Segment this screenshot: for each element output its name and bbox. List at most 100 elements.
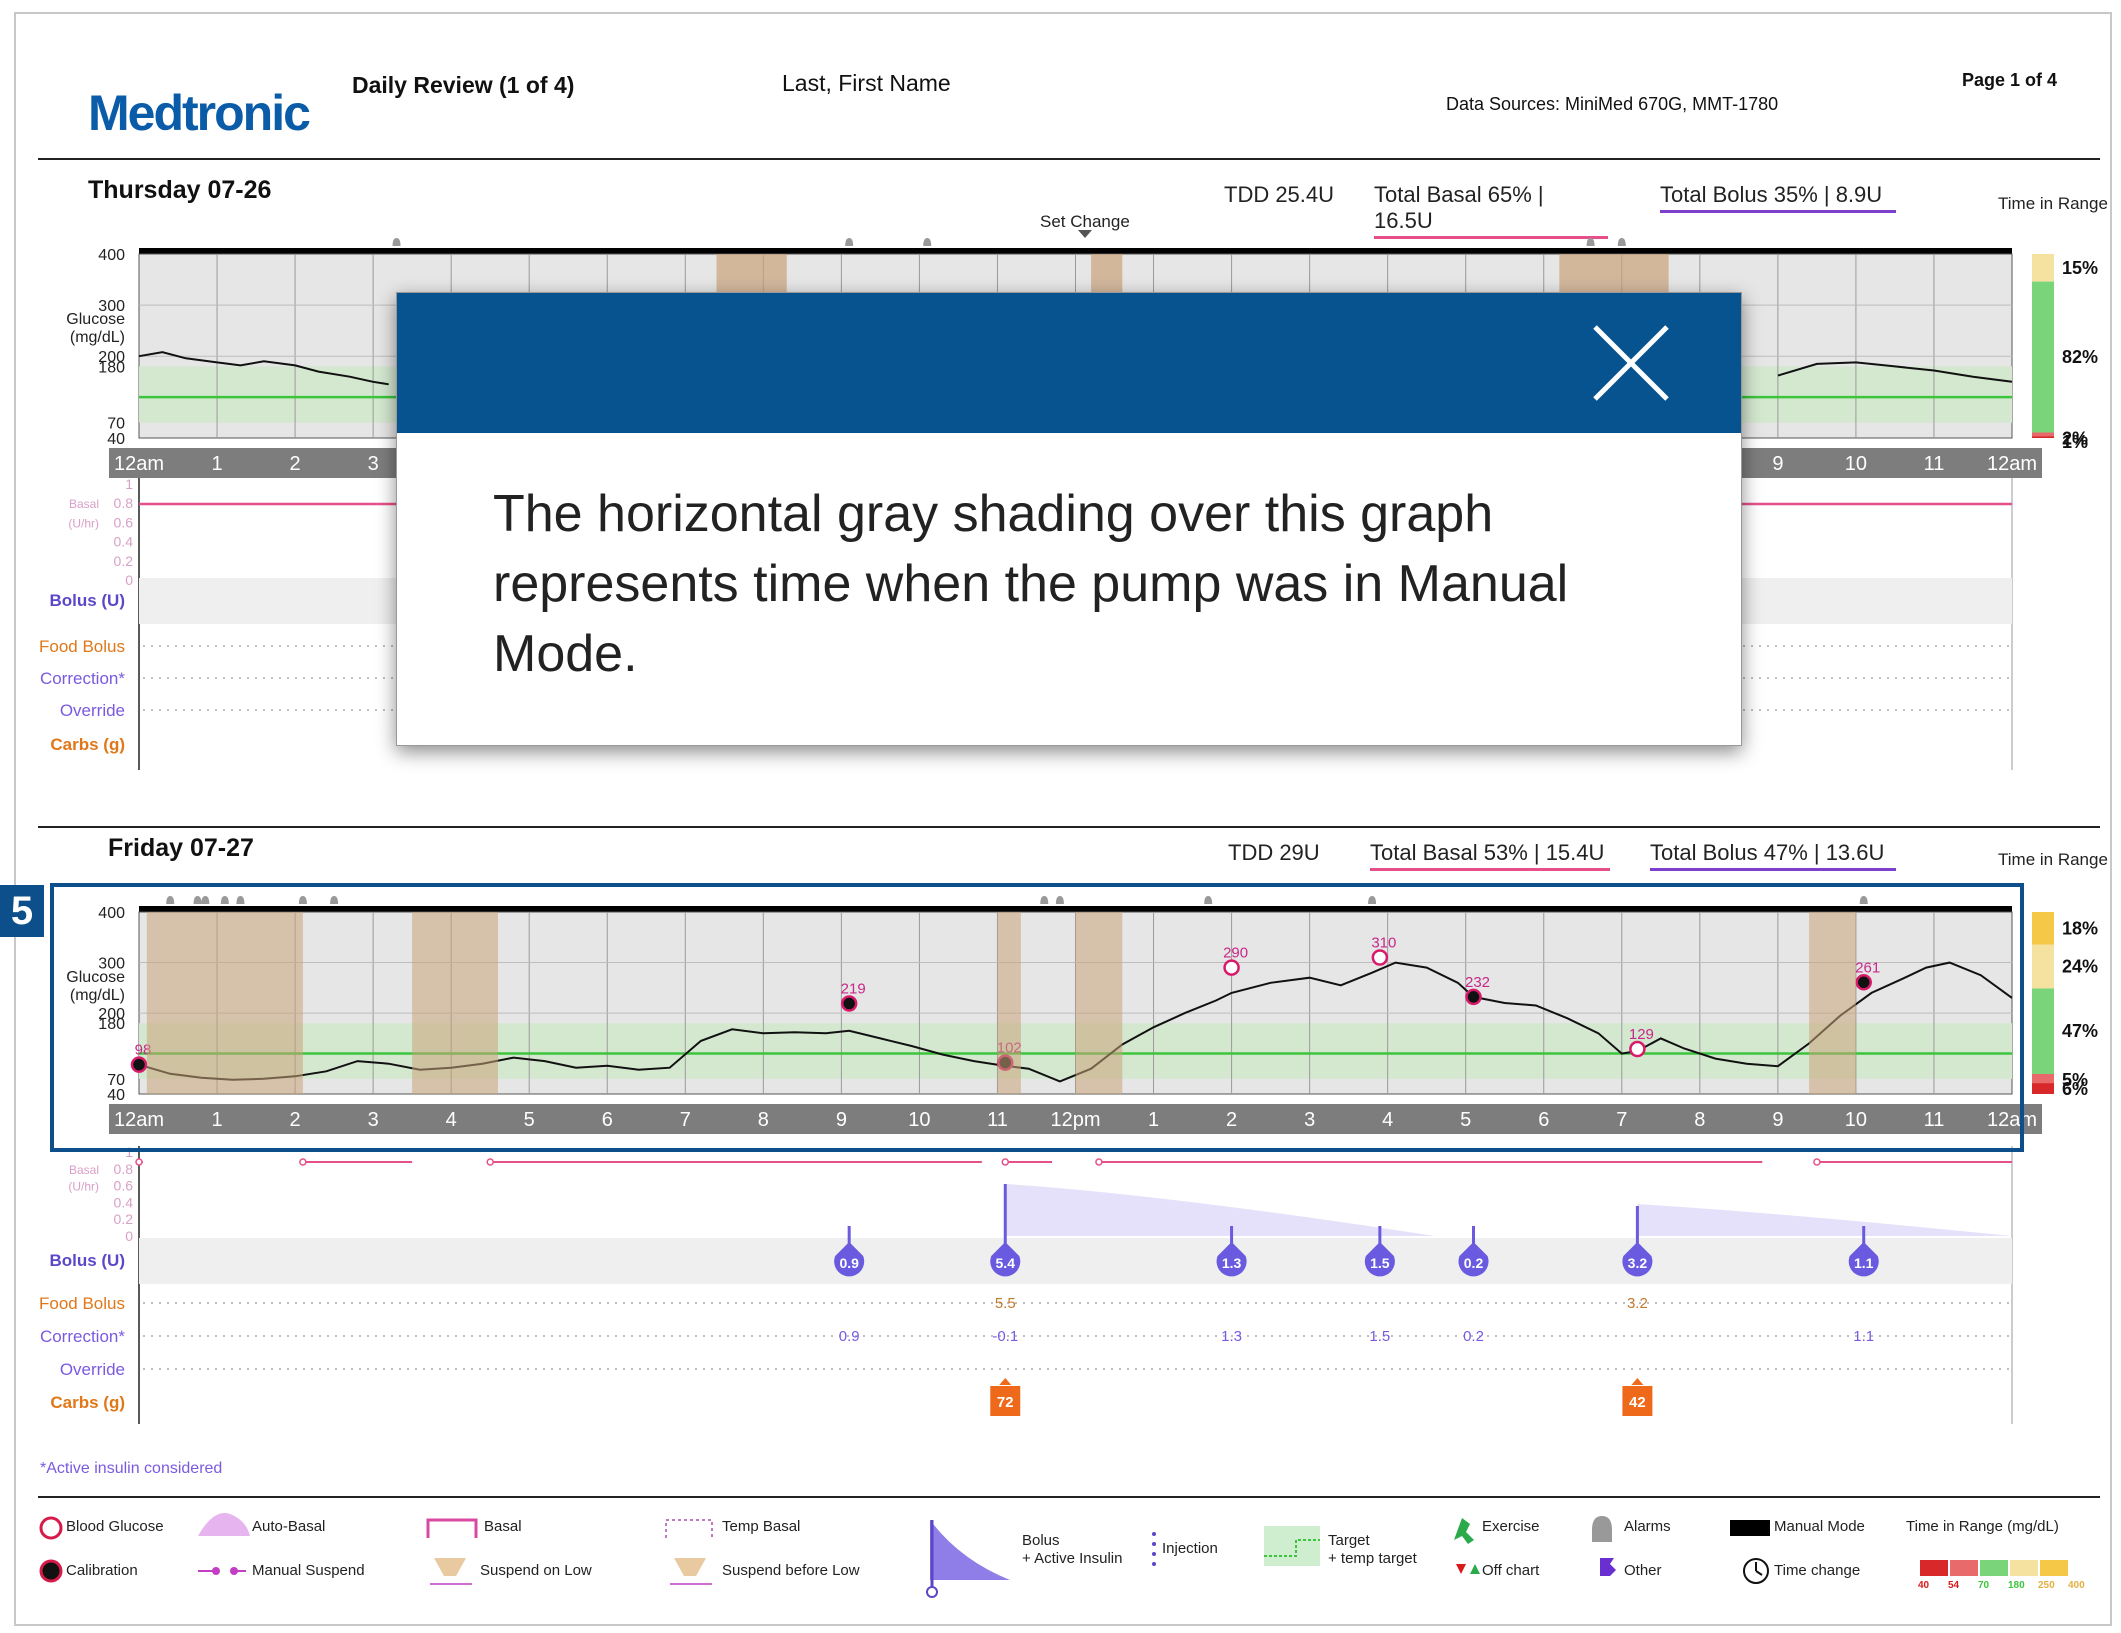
x-tick-label: 1 xyxy=(211,1109,222,1131)
manual-suspend-icon xyxy=(198,1567,246,1575)
tir-scale-label: 180 xyxy=(2008,1580,2025,1591)
x-tick-label: 12am xyxy=(114,1109,164,1131)
override-label: Override xyxy=(60,701,125,720)
suspend-shading xyxy=(412,912,498,1094)
tir-segment xyxy=(2032,1073,2054,1084)
basal-tick-label: 0.8 xyxy=(114,1161,134,1177)
blood-glucose-marker xyxy=(1629,1040,1646,1058)
suspend-on-low-icon xyxy=(430,1558,472,1585)
legend-alarms: Alarms xyxy=(1624,1518,1671,1535)
calibration-marker xyxy=(1855,974,1872,991)
bolus-value-label: 1.5 xyxy=(1370,1255,1390,1271)
correction-label: Correction* xyxy=(40,669,125,688)
basal-units-label: (U/hr) xyxy=(68,1180,99,1194)
calibration-marker xyxy=(1465,988,1482,1006)
legend-injection: Injection xyxy=(1162,1540,1218,1557)
alarm-marker xyxy=(201,896,210,904)
basal-units-label: (U/hr) xyxy=(68,516,99,530)
alarm-marker xyxy=(236,896,245,904)
alarm-marker xyxy=(1040,896,1049,904)
x-tick-label: 10 xyxy=(1845,1109,1867,1131)
bolus-lane-label: Bolus (U) xyxy=(49,1251,125,1270)
x-tick-label: 12am xyxy=(1987,453,2037,475)
suspend-shading xyxy=(1559,254,1669,294)
carbs-label: Carbs (g) xyxy=(50,1393,125,1412)
food-bolus-value: 3.2 xyxy=(1627,1295,1648,1312)
legend-calibration: Calibration xyxy=(66,1562,138,1579)
legend-other: Other xyxy=(1624,1562,1662,1579)
basal-tick-label: 0.6 xyxy=(114,1178,134,1194)
y-tick-label: 180 xyxy=(98,1016,125,1033)
blood-glucose-marker xyxy=(1371,949,1389,966)
x-tick-label: 2 xyxy=(1226,1109,1237,1131)
bolus-icon xyxy=(926,1520,1010,1598)
blood-glucose-marker xyxy=(1223,959,1240,976)
daily-review-charts: 4003002001807040Glucose(mg/dL)12am123456… xyxy=(39,230,2098,1424)
y-tick-label: 40 xyxy=(107,1087,125,1104)
legend-time-change: Time change xyxy=(1774,1562,1861,1579)
suspend-before-low-icon xyxy=(670,1558,712,1585)
basal-segment-start xyxy=(1095,1158,1103,1166)
alarm-marker xyxy=(166,896,175,904)
blood-glucose-icon xyxy=(39,1516,63,1540)
tir-scale-label: 54 xyxy=(1948,1580,1960,1591)
basal-lane-label: Basal xyxy=(69,1163,99,1177)
legend-temp-target: + temp target xyxy=(1328,1550,1417,1567)
manual-mode-icon xyxy=(1730,1520,1770,1536)
alarm-marker xyxy=(923,238,932,246)
bolus-value-label: 0.9 xyxy=(839,1255,859,1271)
tir-percent-label: 6% xyxy=(2062,1079,2088,1099)
basal-tick-label: 0.8 xyxy=(114,495,134,511)
basal-tick-label: 0 xyxy=(125,1228,133,1244)
bolus-value-label: 5.4 xyxy=(996,1255,1016,1271)
tir-scale-label: 250 xyxy=(2038,1580,2055,1591)
alarm-marker xyxy=(1204,896,1213,904)
x-tick-label: 11 xyxy=(987,1109,1008,1131)
legend-divider xyxy=(38,1496,2100,1498)
off-chart-icon xyxy=(1456,1564,1480,1574)
glucose-axis-label: Glucose xyxy=(66,969,125,986)
x-tick-label: 5 xyxy=(1460,1109,1471,1131)
basal-tick-label: 0.4 xyxy=(114,534,134,550)
bolus-value-label: 3.2 xyxy=(1628,1255,1648,1271)
legend-suspend-before-low: Suspend before Low xyxy=(722,1562,860,1579)
bg-value-label: 219 xyxy=(841,981,866,998)
basal-segment-start xyxy=(486,1158,494,1166)
suspend-shading xyxy=(1091,254,1123,294)
other-icon xyxy=(1600,1558,1616,1576)
alarms-icon xyxy=(1592,1516,1612,1542)
day2-chart: 4003002001807040Glucose(mg/dL)9821910229… xyxy=(39,896,2098,1424)
correction-value: 1.1 xyxy=(1853,1328,1874,1345)
legend-auto-basal: Auto-Basal xyxy=(252,1518,326,1535)
alarm-marker xyxy=(1586,238,1595,246)
close-icon[interactable] xyxy=(1591,323,1671,403)
calibration-marker xyxy=(840,995,858,1012)
y-tick-label: 400 xyxy=(98,247,125,264)
alarm-marker xyxy=(298,896,307,904)
basal-segment-start xyxy=(135,1158,143,1166)
bg-value-label: 290 xyxy=(1223,945,1248,962)
calibration-icon xyxy=(39,1559,63,1583)
basal-tick-label: 0.2 xyxy=(114,553,134,569)
bolus-value-label: 1.1 xyxy=(1854,1255,1874,1271)
tir-segment xyxy=(2032,912,2054,945)
x-tick-label: 6 xyxy=(602,1109,613,1131)
x-tick-label: 1 xyxy=(211,453,222,475)
x-tick-label: 10 xyxy=(1845,453,1867,475)
basal-tick-label: 0.4 xyxy=(114,1194,134,1210)
tir-segment xyxy=(2032,254,2054,282)
bolus-lane-label: Bolus (U) xyxy=(49,591,125,610)
alarm-marker xyxy=(845,238,854,246)
x-tick-label: 2 xyxy=(290,453,301,475)
x-tick-label: 3 xyxy=(1304,1109,1315,1131)
tir-scale-label: 70 xyxy=(1978,1580,1990,1591)
food-bolus-label: Food Bolus xyxy=(39,1294,125,1313)
x-tick-label: 11 xyxy=(1924,1109,1945,1131)
override-label: Override xyxy=(60,1360,125,1379)
carbs-value-label: 42 xyxy=(1629,1394,1646,1411)
suspend-shading xyxy=(146,912,303,1094)
correction-value: 1.3 xyxy=(1221,1328,1242,1345)
x-tick-label: 9 xyxy=(1772,1109,1783,1131)
glucose-units-label: (mg/dL) xyxy=(70,987,125,1004)
carbs-pointer xyxy=(1631,1378,1644,1385)
